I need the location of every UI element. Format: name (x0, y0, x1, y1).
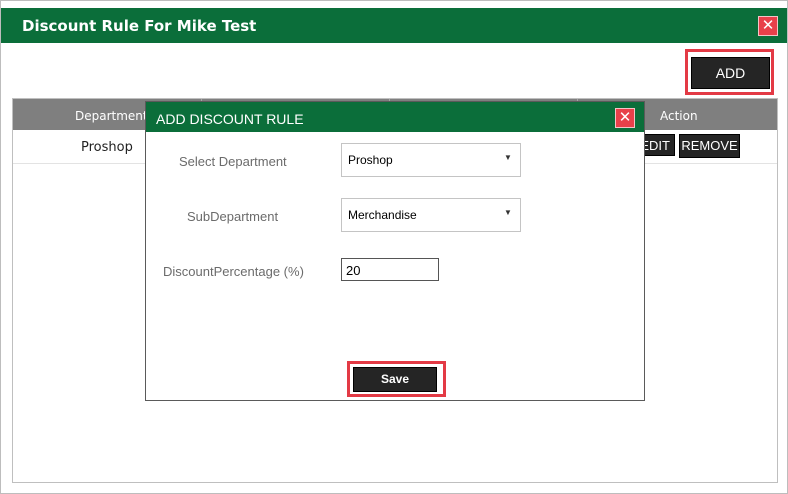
department-select[interactable]: Proshop ▼ (341, 143, 521, 177)
column-header-action: Action (660, 109, 698, 123)
discount-percentage-label: DiscountPercentage (%) (163, 264, 304, 279)
discount-rule-window: Discount Rule For Mike Test ✕ ADD Depart… (0, 0, 788, 494)
column-header-department: Department (75, 109, 148, 123)
subdepartment-label: SubDepartment (187, 209, 279, 224)
add-discount-rule-dialog: ADD DISCOUNT RULE ✕ Select Department Pr… (145, 101, 645, 401)
dialog-title-bar: ADD DISCOUNT RULE ✕ (146, 102, 644, 132)
remove-button[interactable]: REMOVE (679, 134, 740, 158)
department-select-value: Proshop (348, 153, 393, 167)
subdepartment-select[interactable]: Merchandise ▼ (341, 198, 521, 232)
department-cell: Proshop (81, 140, 133, 155)
window-close-icon[interactable]: ✕ (758, 16, 778, 36)
subdepartment-select-value: Merchandise (348, 208, 417, 222)
chevron-down-icon: ▼ (504, 208, 512, 217)
add-button[interactable]: ADD (691, 57, 770, 89)
save-button[interactable]: Save (353, 367, 437, 392)
discount-percentage-input[interactable]: 20 (341, 258, 439, 281)
department-label: Select Department (179, 154, 287, 169)
window-title: Discount Rule For Mike Test (22, 17, 257, 35)
dialog-title: ADD DISCOUNT RULE (156, 111, 304, 127)
window-title-bar: Discount Rule For Mike Test ✕ (1, 8, 787, 43)
dialog-close-icon[interactable]: ✕ (615, 108, 635, 128)
chevron-down-icon: ▼ (504, 153, 512, 162)
